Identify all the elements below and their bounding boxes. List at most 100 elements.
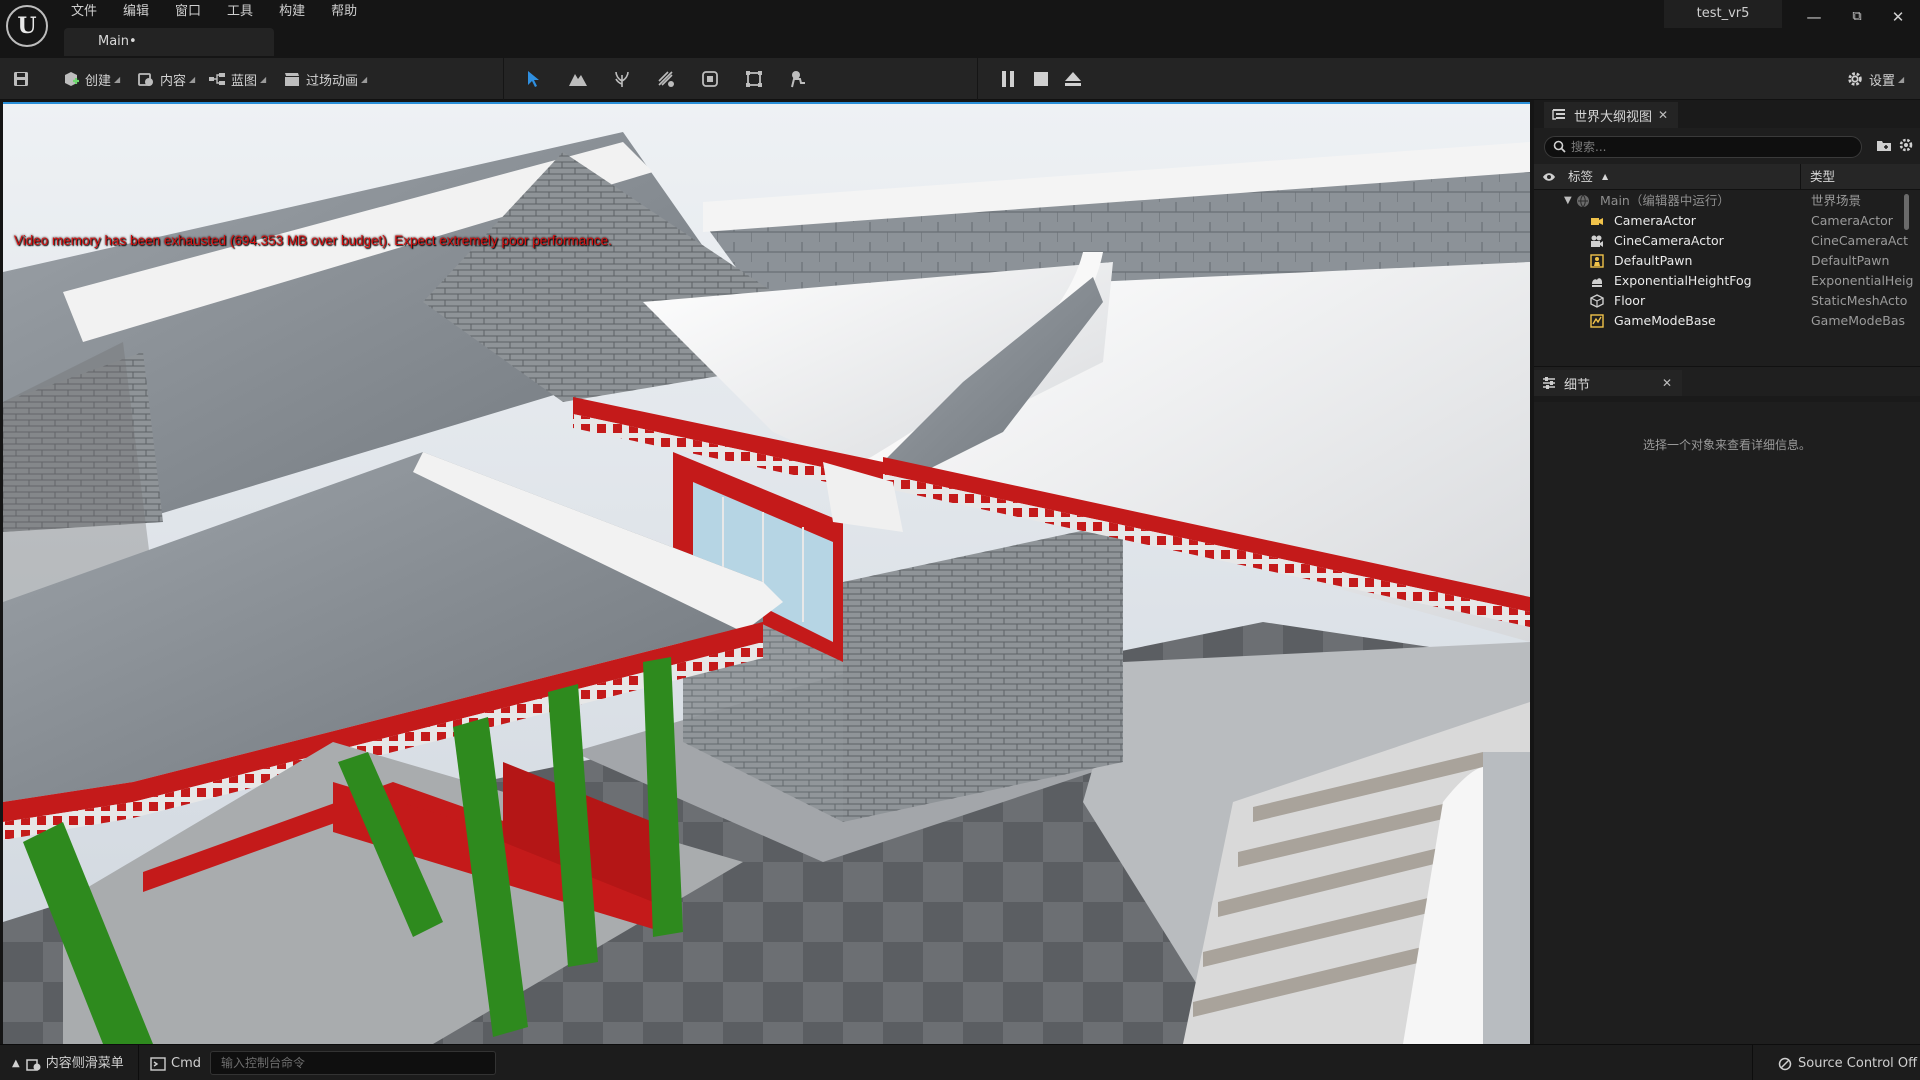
- right-panel: 世界大纲视图 ✕ 搜索... 标签 ▲ 类型 ▼ Main（编辑器中运行） 世界…: [1534, 100, 1920, 1044]
- outliner-world-row[interactable]: ▼ Main（编辑器中运行） 世界场景: [1534, 191, 1920, 211]
- sort-ascending-icon: ▲: [1602, 172, 1609, 181]
- outliner-row-gamemodebase[interactable]: GameModeBase GameModeBas: [1534, 311, 1920, 331]
- statusbar-divider: [138, 1045, 139, 1080]
- outliner-settings-gear-icon[interactable]: [1898, 137, 1914, 153]
- stop-icon[interactable]: [1029, 68, 1053, 90]
- close-icon[interactable]: ✕: [1658, 108, 1668, 122]
- world-type: 世界场景: [1811, 193, 1862, 208]
- gear-icon: [1848, 72, 1862, 86]
- column-label-header[interactable]: 标签: [1568, 164, 1593, 190]
- row-type: CameraActor: [1811, 213, 1893, 228]
- animation-mode-icon[interactable]: [786, 68, 810, 90]
- source-control-label: Source Control Off: [1798, 1056, 1918, 1071]
- pawn-icon: [1590, 254, 1604, 268]
- mesh-paint-mode-icon[interactable]: [654, 68, 678, 90]
- video-memory-warning: Video memory has been exhausted (694.353…: [14, 233, 612, 248]
- cmd-button[interactable]: Cmd: [150, 1054, 201, 1074]
- menu-help[interactable]: 帮助: [318, 2, 370, 22]
- modeling-mode-icon[interactable]: [742, 68, 766, 90]
- level-viewport[interactable]: Video memory has been exhausted (694.353…: [3, 102, 1530, 1044]
- fracture-mode-icon[interactable]: [698, 68, 722, 90]
- menu-bar: 文件 编辑 窗口 工具 构建 帮助: [58, 2, 370, 22]
- blueprint-button[interactable]: 蓝图 ◢: [208, 66, 266, 92]
- blueprint-icon: [209, 73, 225, 85]
- cinematics-button[interactable]: 过场动画 ◢: [283, 66, 367, 92]
- menu-tools[interactable]: 工具: [214, 2, 266, 22]
- terminal-icon: [150, 1057, 166, 1071]
- row-label: ExponentialHeightFog: [1614, 273, 1752, 288]
- close-icon[interactable]: ✕: [1662, 376, 1672, 390]
- menu-file[interactable]: 文件: [58, 2, 110, 22]
- create-button[interactable]: 创建 ◢: [62, 66, 120, 92]
- select-mode-icon[interactable]: [522, 68, 546, 90]
- outliner-search-input[interactable]: 搜索...: [1544, 136, 1862, 158]
- details-empty-hint: 选择一个对象来查看详细信息。: [1642, 438, 1811, 452]
- blueprint-label: 蓝图: [231, 73, 258, 89]
- outliner-row-exponentialheightfog[interactable]: ExponentialHeightFog ExponentialHeig: [1534, 271, 1920, 291]
- console-command-input[interactable]: 输入控制台命令: [210, 1051, 496, 1075]
- main-toolbar: 创建 ◢ 内容 ◢ 蓝图 ◢ 过场动画 ◢ 设置 ◢: [0, 58, 1920, 100]
- mesh-icon: [1590, 294, 1604, 308]
- eject-icon[interactable]: [1061, 68, 1085, 90]
- world-outliner: 搜索... 标签 ▲ 类型 ▼ Main（编辑器中运行） 世界场景 Camera…: [1534, 128, 1920, 396]
- details-title: 细节: [1564, 377, 1591, 393]
- cmd-label: Cmd: [171, 1056, 201, 1071]
- status-bar: ▲ 内容侧滑菜单 Cmd 输入控制台命令 Source Control Off: [0, 1044, 1920, 1080]
- menu-edit[interactable]: 编辑: [110, 2, 162, 22]
- tab-details[interactable]: 细节 ✕: [1534, 370, 1682, 396]
- row-label: CineCameraActor: [1614, 233, 1724, 248]
- fog-icon: [1592, 278, 1602, 287]
- search-icon: [1553, 140, 1566, 153]
- outliner-row-floor[interactable]: Floor StaticMeshActo: [1534, 291, 1920, 311]
- close-window-icon[interactable]: ✕: [1880, 4, 1916, 30]
- source-control-off-icon: [1778, 1057, 1792, 1071]
- visibility-eye-icon[interactable]: [1542, 171, 1556, 183]
- row-type: DefaultPawn: [1811, 253, 1890, 268]
- column-type-header[interactable]: 类型: [1810, 164, 1835, 190]
- row-type: ExponentialHeig: [1811, 273, 1914, 288]
- content-icon: [138, 73, 153, 86]
- minimize-icon[interactable]: —: [1796, 4, 1832, 30]
- outliner-row-cinecameraactor[interactable]: CineCameraActor CineCameraAct: [1534, 231, 1920, 251]
- details-panel: 选择一个对象来查看详细信息。: [1534, 402, 1920, 1044]
- camera-icon: [1591, 218, 1603, 225]
- menu-build[interactable]: 构建: [266, 2, 318, 22]
- source-control-button[interactable]: Source Control Off: [1778, 1054, 1917, 1074]
- foliage-mode-icon[interactable]: [610, 68, 634, 90]
- project-name: test_vr5: [1664, 0, 1782, 28]
- toolbar-divider: [503, 58, 504, 100]
- row-label: GameModeBase: [1614, 313, 1716, 328]
- tab-world-outliner[interactable]: 世界大纲视图 ✕: [1544, 102, 1678, 128]
- row-label: Floor: [1614, 293, 1646, 308]
- chevron-up-icon: ▲: [12, 1058, 20, 1069]
- outliner-row-cameraactor[interactable]: CameraActor CameraActor: [1534, 211, 1920, 231]
- world-outliner-title: 世界大纲视图: [1574, 109, 1653, 125]
- outliner-row-defaultpawn[interactable]: DefaultPawn DefaultPawn: [1534, 251, 1920, 271]
- add-folder-icon[interactable]: [1876, 137, 1892, 153]
- save-button[interactable]: [12, 66, 30, 92]
- unreal-logo-icon[interactable]: U: [6, 5, 48, 47]
- settings-button[interactable]: 设置 ◢: [1846, 66, 1904, 92]
- menu-window[interactable]: 窗口: [162, 2, 214, 22]
- settings-label: 设置: [1869, 73, 1896, 89]
- clapperboard-icon: [285, 73, 299, 86]
- landscape-mode-icon[interactable]: [566, 68, 590, 90]
- expand-chevron-icon[interactable]: ▼: [1564, 191, 1572, 211]
- cinematics-label: 过场动画: [306, 73, 359, 89]
- statusbar-divider: [1752, 1045, 1753, 1080]
- toolbar-divider: [977, 58, 978, 100]
- content-button[interactable]: 内容 ◢: [137, 66, 195, 92]
- world-globe-icon: [1577, 194, 1589, 208]
- row-label: DefaultPawn: [1614, 253, 1693, 268]
- column-divider: [1800, 164, 1801, 190]
- row-label: CameraActor: [1614, 213, 1696, 228]
- gamemode-icon: [1590, 314, 1604, 328]
- content-drawer-button[interactable]: ▲ 内容侧滑菜单: [12, 1054, 124, 1074]
- outliner-icon: [1552, 109, 1565, 120]
- level-tab[interactable]: Main•: [64, 28, 274, 56]
- pause-icon[interactable]: [996, 68, 1020, 90]
- content-drawer-label: 内容侧滑菜单: [45, 1056, 124, 1071]
- outliner-scrollbar[interactable]: [1904, 194, 1909, 230]
- row-type: GameModeBas: [1811, 313, 1906, 328]
- restore-icon[interactable]: ⧉: [1839, 4, 1875, 30]
